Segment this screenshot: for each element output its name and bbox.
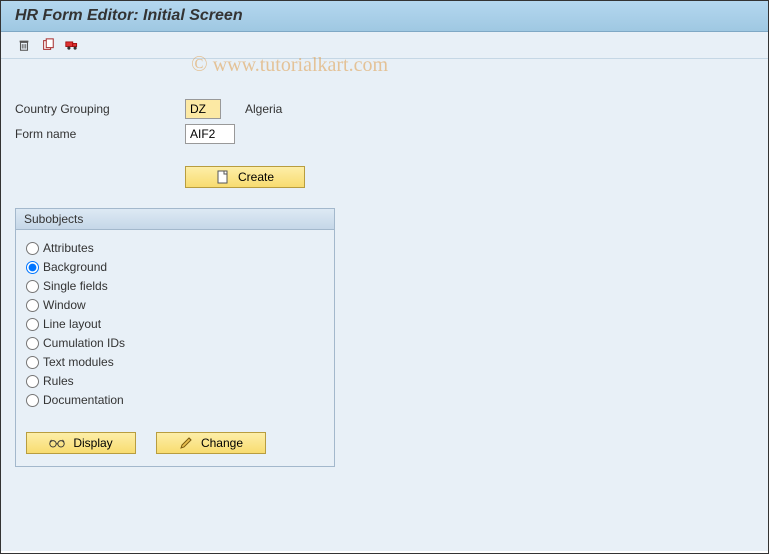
radio-rules[interactable]: Rules <box>26 374 324 388</box>
radio-label: Single fields <box>43 279 108 293</box>
create-row: Create <box>185 166 754 188</box>
radio-text-modules[interactable]: Text modules <box>26 355 324 369</box>
radio-input-documentation[interactable] <box>26 394 39 407</box>
country-grouping-input[interactable] <box>185 99 221 119</box>
display-button-label: Display <box>73 436 112 450</box>
subobjects-panel: Subobjects Attributes Background Single … <box>15 208 335 467</box>
change-button[interactable]: Change <box>156 432 266 454</box>
radio-label: Background <box>43 260 107 274</box>
radio-single-fields[interactable]: Single fields <box>26 279 324 293</box>
radio-label: Window <box>43 298 86 312</box>
radio-input-attributes[interactable] <box>26 242 39 255</box>
radio-input-text-modules[interactable] <box>26 356 39 369</box>
radio-input-single-fields[interactable] <box>26 280 39 293</box>
subobjects-radio-list: Attributes Background Single fields Wind… <box>16 230 334 422</box>
radio-input-cumulation-ids[interactable] <box>26 337 39 350</box>
radio-label: Text modules <box>43 355 114 369</box>
radio-input-line-layout[interactable] <box>26 318 39 331</box>
country-grouping-label: Country Grouping <box>15 102 185 116</box>
radio-cumulation-ids[interactable]: Cumulation IDs <box>26 336 324 350</box>
copy-icon <box>41 38 55 52</box>
document-icon <box>216 170 230 184</box>
transport-button[interactable] <box>63 36 81 54</box>
radio-label: Attributes <box>43 241 94 255</box>
truck-icon <box>65 38 79 52</box>
radio-input-background[interactable] <box>26 261 39 274</box>
radio-input-window[interactable] <box>26 299 39 312</box>
content-area: Country Grouping Algeria Form name Creat… <box>1 59 768 551</box>
radio-window[interactable]: Window <box>26 298 324 312</box>
page-title: HR Form Editor: Initial Screen <box>15 7 758 25</box>
country-grouping-description: Algeria <box>245 102 282 116</box>
form-name-row: Form name <box>15 124 754 144</box>
change-button-label: Change <box>201 436 243 450</box>
display-button[interactable]: Display <box>26 432 136 454</box>
trash-icon <box>17 38 31 52</box>
form-name-label: Form name <box>15 127 185 141</box>
copy-button[interactable] <box>39 36 57 54</box>
action-row: Display Change <box>16 422 334 466</box>
toolbar <box>1 32 768 59</box>
create-button[interactable]: Create <box>185 166 305 188</box>
country-grouping-row: Country Grouping Algeria <box>15 99 754 119</box>
radio-label: Rules <box>43 374 74 388</box>
radio-line-layout[interactable]: Line layout <box>26 317 324 331</box>
delete-button[interactable] <box>15 36 33 54</box>
radio-label: Line layout <box>43 317 101 331</box>
radio-label: Documentation <box>43 393 124 407</box>
pencil-icon <box>179 436 193 450</box>
radio-attributes[interactable]: Attributes <box>26 241 324 255</box>
title-bar: HR Form Editor: Initial Screen <box>1 1 768 32</box>
glasses-icon <box>49 437 65 449</box>
radio-background[interactable]: Background <box>26 260 324 274</box>
radio-input-rules[interactable] <box>26 375 39 388</box>
subobjects-header: Subobjects <box>16 209 334 230</box>
form-name-input[interactable] <box>185 124 235 144</box>
radio-documentation[interactable]: Documentation <box>26 393 324 407</box>
create-button-label: Create <box>238 170 274 184</box>
radio-label: Cumulation IDs <box>43 336 125 350</box>
